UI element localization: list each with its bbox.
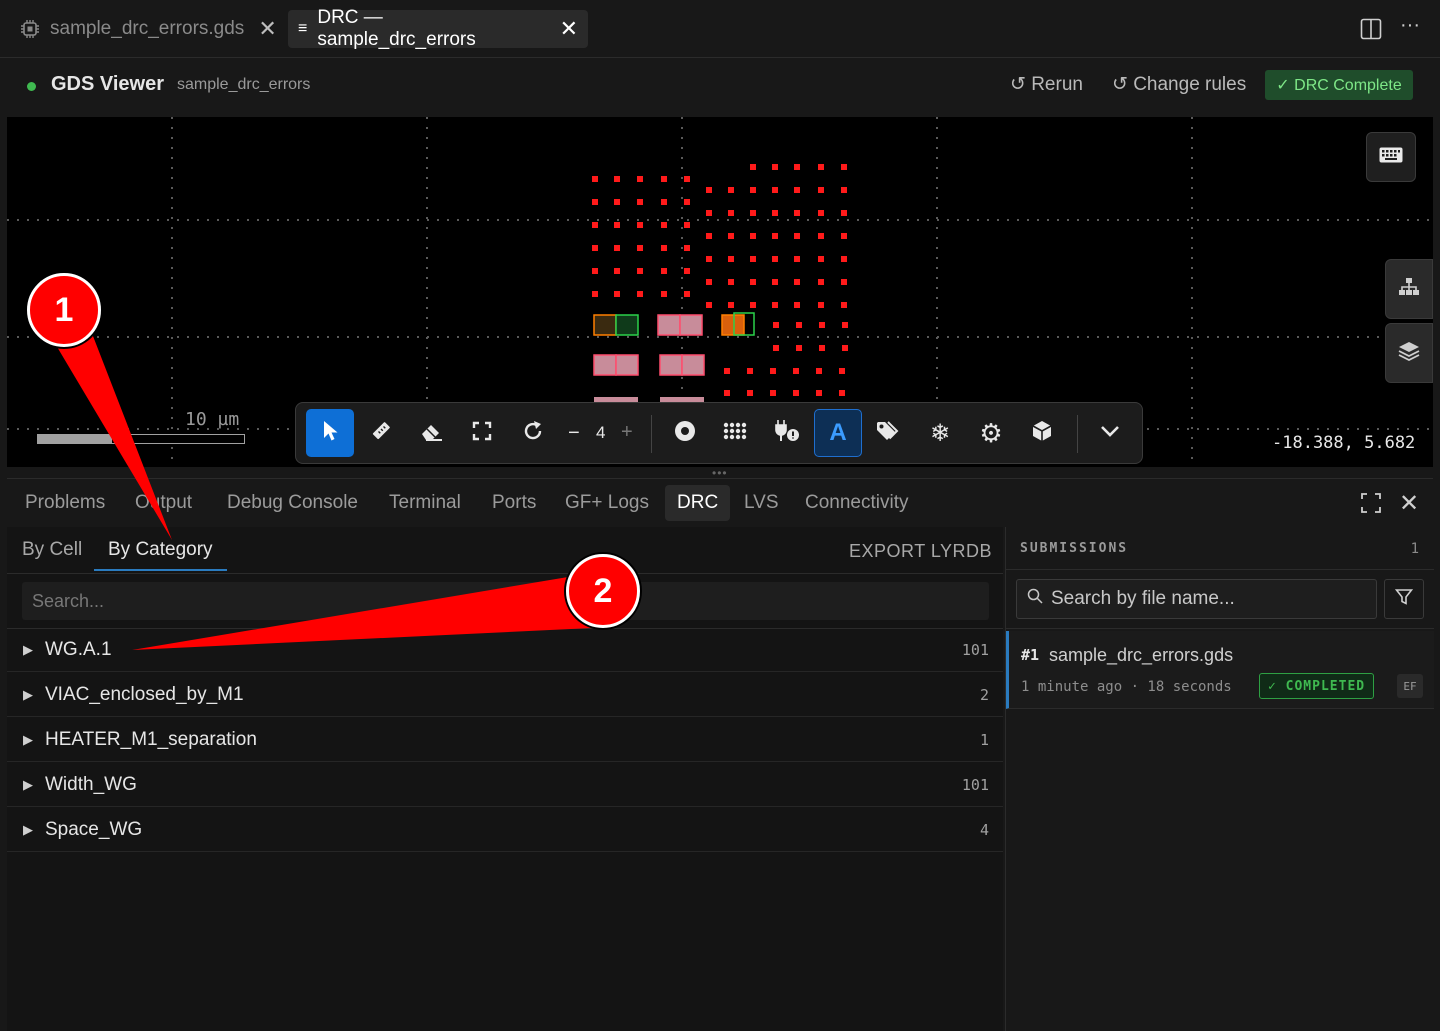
annotation-arrows xyxy=(47,318,592,650)
callout-marker: 2 xyxy=(566,554,640,628)
callout-marker: 1 xyxy=(27,273,101,347)
